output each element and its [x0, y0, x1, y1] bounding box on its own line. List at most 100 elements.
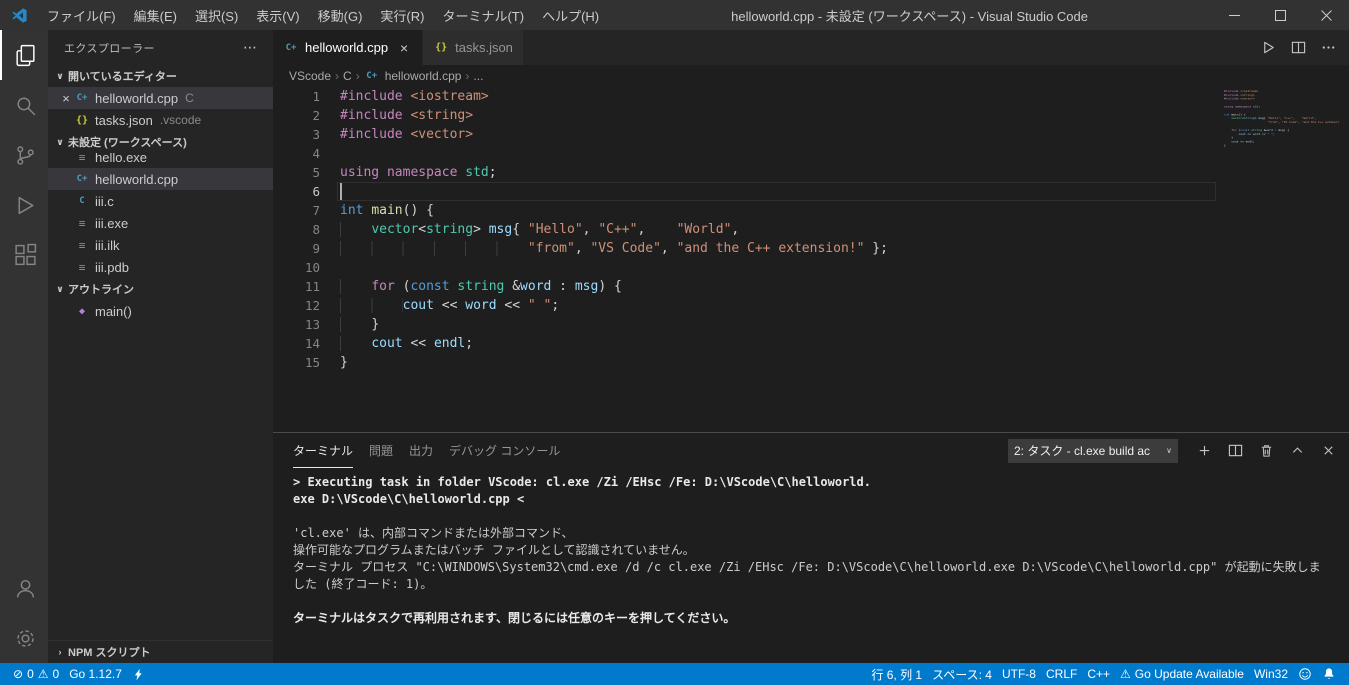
code-line[interactable]: 2#include <string> — [273, 106, 1219, 125]
npm-scripts-header[interactable]: › NPM スクリプト — [48, 641, 273, 663]
menu-item[interactable]: ヘルプ(H) — [533, 0, 608, 30]
menu-item[interactable]: ターミナル(T) — [433, 0, 533, 30]
activitybar-account[interactable] — [0, 563, 48, 613]
code-line[interactable]: 11 for (const string &word : msg) { — [273, 277, 1219, 296]
smiley-icon — [1298, 667, 1312, 681]
menu-item[interactable]: 編集(E) — [125, 0, 186, 30]
panel-tab-output[interactable]: 出力 — [409, 433, 433, 468]
platform-status[interactable]: Win32 — [1249, 667, 1293, 681]
breadcrumb-item[interactable]: VScode — [289, 69, 331, 83]
editor-tab[interactable]: C+helloworld.cpp× — [273, 30, 422, 65]
file-name: helloworld.cpp — [95, 172, 178, 187]
code-editor[interactable]: 1#include <iostream>2#include <string>3#… — [273, 87, 1349, 432]
terminal-dropdown[interactable]: 2: タスク - cl.exe build ac ∨ — [1008, 439, 1178, 463]
file-tree-item[interactable]: C+helloworld.cpp — [48, 168, 273, 190]
go-version-status[interactable]: Go 1.12.7 — [64, 667, 127, 681]
minimap[interactable]: #include <iostream>#include <string>#inc… — [1224, 89, 1339, 309]
maximize-panel-button[interactable] — [1284, 438, 1310, 464]
file-tree-item[interactable]: ≡iii.ilk — [48, 234, 273, 256]
minimize-icon — [1229, 10, 1240, 21]
code-token — [340, 317, 371, 332]
menu-item[interactable]: 移動(G) — [309, 0, 372, 30]
menu-item[interactable]: 表示(V) — [247, 0, 308, 30]
code-line[interactable]: 15} — [273, 353, 1219, 372]
code-line[interactable]: 6 — [273, 182, 1219, 201]
minimap-token: "VS Code" — [1282, 120, 1298, 124]
cursor-position-status[interactable]: 行 6, 列 1 — [866, 666, 927, 683]
outline-header[interactable]: ∨ アウトライン — [48, 278, 273, 300]
panel-tab-terminal[interactable]: ターミナル — [293, 433, 353, 468]
line-number: 11 — [273, 279, 320, 294]
new-terminal-button[interactable] — [1191, 438, 1217, 464]
close-panel-button[interactable] — [1315, 438, 1341, 464]
code-text: #include <iostream> — [320, 87, 489, 106]
close-icon[interactable]: × — [396, 40, 412, 56]
code-line[interactable]: 9 "from", "VS Code", "and the C++ extens… — [273, 239, 1219, 258]
activitybar-run-debug[interactable] — [0, 180, 48, 230]
menu-item[interactable]: 選択(S) — [186, 0, 247, 30]
sidebar-more-button[interactable]: ⋯ — [243, 39, 257, 56]
panel-tab-problems[interactable]: 問題 — [369, 433, 393, 468]
editor-more-button[interactable] — [1315, 35, 1341, 61]
file-tree-item[interactable]: ≡iii.pdb — [48, 256, 273, 278]
language-status[interactable]: C++ — [1082, 667, 1115, 681]
menu-item[interactable]: 実行(R) — [371, 0, 433, 30]
close-icon[interactable]: × — [58, 91, 74, 106]
indentation-status[interactable]: スペース: 4 — [927, 666, 997, 683]
code-token — [340, 298, 403, 313]
code-line[interactable]: 13 } — [273, 315, 1219, 334]
activitybar-search[interactable] — [0, 80, 48, 130]
code-line[interactable]: 1#include <iostream> — [273, 87, 1219, 106]
code-token: < — [418, 222, 426, 237]
maximize-button[interactable] — [1257, 0, 1303, 30]
code-line[interactable]: 3#include <vector> — [273, 125, 1219, 144]
go-update-status[interactable]: ⚠ Go Update Available — [1115, 667, 1249, 681]
file-tree-item[interactable]: ≡hello.exe — [48, 153, 273, 168]
minimap-token — [1224, 120, 1267, 124]
lightning-status[interactable] — [127, 668, 150, 681]
open-editors-header[interactable]: ∨ 開いているエディター — [48, 65, 273, 87]
activitybar-source-control[interactable] — [0, 130, 48, 180]
code-line[interactable]: 12 cout << word << " "; — [273, 296, 1219, 315]
problems-status[interactable]: ⊘ 0 ⚠ 0 — [8, 667, 64, 681]
notifications-bell[interactable] — [1317, 667, 1341, 681]
feedback-button[interactable] — [1293, 667, 1317, 681]
menu-item[interactable]: ファイル(F) — [38, 0, 125, 30]
breadcrumb-item[interactable]: ... — [473, 69, 483, 83]
panel-tab-debug-console[interactable]: デバッグ コンソール — [449, 433, 560, 468]
activitybar-extensions[interactable] — [0, 230, 48, 280]
code-token: msg — [575, 279, 598, 294]
close-icon — [1321, 443, 1336, 458]
code-line[interactable]: 7int main() { — [273, 201, 1219, 220]
code-line[interactable]: 4 — [273, 144, 1219, 163]
status-bar: ⊘ 0 ⚠ 0 Go 1.12.7 行 6, 列 1 スペース: 4 UTF-8… — [0, 663, 1349, 685]
activitybar-explorer[interactable] — [0, 30, 48, 80]
breadcrumb-item[interactable]: C+helloworld.cpp — [364, 69, 462, 83]
kill-terminal-button[interactable] — [1253, 438, 1279, 464]
code-line[interactable]: 14 cout << endl; — [273, 334, 1219, 353]
encoding-status[interactable]: UTF-8 — [997, 667, 1041, 681]
breadcrumb-item[interactable]: C — [343, 69, 352, 83]
open-editor-item[interactable]: {}tasks.json.vscode — [48, 109, 273, 131]
workspace-header[interactable]: ∨ 未設定 (ワークスペース) — [48, 131, 273, 153]
split-editor-button[interactable] — [1285, 35, 1311, 61]
editor-tab[interactable]: {}tasks.json — [423, 30, 523, 65]
open-editor-item[interactable]: ×C+helloworld.cppC — [48, 87, 273, 109]
minimize-button[interactable] — [1211, 0, 1257, 30]
run-button[interactable] — [1255, 35, 1281, 61]
eol-status[interactable]: CRLF — [1041, 667, 1082, 681]
activitybar-settings[interactable] — [0, 613, 48, 663]
split-terminal-button[interactable] — [1222, 438, 1248, 464]
file-tree-item[interactable]: ≡iii.exe — [48, 212, 273, 234]
code-token: , — [583, 222, 599, 237]
code-line[interactable]: 5using namespace std; — [273, 163, 1219, 182]
terminal-content[interactable]: > Executing task in folder VScode: cl.ex… — [273, 468, 1349, 663]
code-line[interactable]: 8 vector<string> msg{ "Hello", "C++", "W… — [273, 220, 1219, 239]
code-text: } — [320, 315, 379, 334]
code-line[interactable]: 10 — [273, 258, 1219, 277]
close-window-button[interactable] — [1303, 0, 1349, 30]
outline-item[interactable]: ◆main() — [48, 300, 273, 322]
bin-file-icon: ≡ — [74, 153, 90, 164]
file-tree-item[interactable]: Ciii.c — [48, 190, 273, 212]
minimap-token: ; — [1253, 140, 1255, 144]
